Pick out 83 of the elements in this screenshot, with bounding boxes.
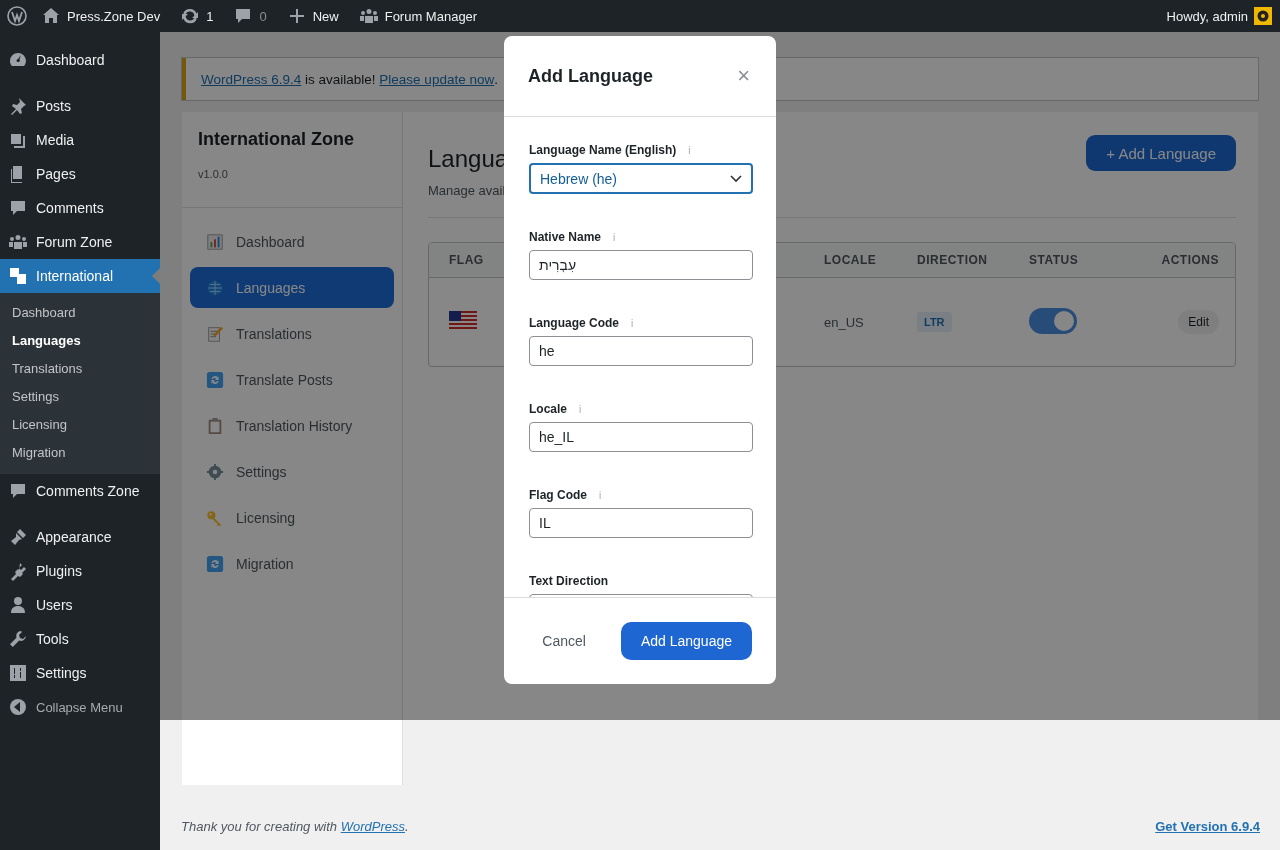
- refresh-icon: [206, 554, 224, 573]
- menu-item[interactable]: International: [0, 259, 160, 293]
- submenu-item[interactable]: Translations: [0, 355, 160, 383]
- submenu-item[interactable]: Licensing: [0, 411, 160, 439]
- plugin-nav-item[interactable]: Translation History: [190, 405, 394, 446]
- key-icon: [206, 508, 224, 527]
- menu-item[interactable]: Comments Zone: [0, 474, 160, 508]
- comments-link[interactable]: 0: [233, 6, 267, 26]
- group-icon: [8, 232, 28, 252]
- wrench-icon: [8, 629, 28, 649]
- user-icon: [8, 595, 28, 615]
- refresh-icon: [180, 6, 201, 26]
- menu-item[interactable]: Appearance: [0, 520, 160, 554]
- plugin-version: v1.0.0: [198, 168, 229, 180]
- gear-icon: [206, 462, 224, 481]
- field-label: Native Name: [529, 230, 602, 244]
- notepad-icon: [206, 324, 224, 343]
- dialog-title: Add Language: [528, 65, 653, 87]
- submenu-item[interactable]: Settings: [0, 383, 160, 411]
- chevron-down-icon: [730, 174, 742, 183]
- forum-manager-link[interactable]: Forum Manager: [358, 6, 478, 26]
- column-header: STATUS: [1029, 253, 1080, 267]
- submenu-item[interactable]: Dashboard: [0, 299, 160, 327]
- column-header: LOCALE: [824, 253, 878, 267]
- bar-chart-icon: [206, 232, 224, 251]
- plugin-nav-item[interactable]: Migration: [190, 543, 394, 584]
- input-field[interactable]: IL: [529, 508, 753, 538]
- new-link[interactable]: New: [286, 6, 339, 26]
- comment-icon: [8, 198, 28, 218]
- sliders-icon: [8, 663, 28, 683]
- site-name-link[interactable]: Press.Zone Dev: [41, 6, 161, 26]
- submit-button[interactable]: Add Language: [620, 622, 752, 660]
- field-label: Language Code: [529, 316, 619, 330]
- field-label: Text Direction: [529, 574, 609, 588]
- edit-button[interactable]: Edit: [1178, 310, 1219, 334]
- clipboard-icon: [206, 416, 224, 435]
- menu-item[interactable]: Forum Zone: [0, 225, 160, 259]
- wordpress-logo-icon[interactable]: [7, 6, 27, 26]
- refresh-icon: [206, 370, 224, 389]
- collapse-menu-button[interactable]: Collapse Menu: [0, 690, 160, 724]
- menu-item[interactable]: Pages: [0, 157, 160, 191]
- menu-item[interactable]: Posts: [0, 89, 160, 123]
- direction-badge: LTR: [917, 312, 952, 332]
- menu-item[interactable]: Dashboard: [0, 43, 160, 77]
- menu-item[interactable]: Settings: [0, 656, 160, 690]
- cancel-button[interactable]: Cancel: [536, 632, 592, 650]
- plugin-nav-item[interactable]: Dashboard: [190, 221, 394, 262]
- field-label: Locale: [529, 402, 567, 416]
- plugin-nav-item[interactable]: Licensing: [190, 497, 394, 538]
- table-cell-text: en_US: [824, 314, 865, 330]
- field-label: Language Name (English): [529, 143, 677, 157]
- submenu-item[interactable]: Languages: [0, 327, 160, 355]
- column-header: DIRECTION: [917, 253, 989, 267]
- plugin-title: International Zone: [198, 129, 355, 151]
- plugin-nav-item[interactable]: Translations: [190, 313, 394, 354]
- column-header: FLAG: [448, 253, 485, 267]
- account-link[interactable]: Howdy, admin: [1166, 8, 1248, 24]
- avatar-icon[interactable]: [1254, 7, 1272, 25]
- comment-icon: [8, 481, 28, 501]
- input-field[interactable]: he: [529, 336, 753, 366]
- footer-text: Thank you for creating with WordPress.: [181, 819, 409, 834]
- menu-item[interactable]: Plugins: [0, 554, 160, 588]
- menu-item[interactable]: Comments: [0, 191, 160, 225]
- home-icon: [41, 6, 61, 26]
- menu-item[interactable]: Media: [0, 123, 160, 157]
- menu-item[interactable]: Tools: [0, 622, 160, 656]
- globe-icon: [206, 278, 224, 297]
- input-field[interactable]: he_IL: [529, 422, 753, 452]
- plugin-nav-item[interactable]: Settings: [190, 451, 394, 492]
- updates-link[interactable]: 1: [180, 6, 214, 26]
- field-label: Flag Code: [529, 488, 587, 502]
- input-field[interactable]: עִבְרִית: [529, 250, 753, 280]
- flag-icon: [449, 310, 477, 331]
- wordpress-link[interactable]: WordPress: [340, 819, 405, 834]
- language-select[interactable]: Hebrew (he): [529, 163, 753, 194]
- submenu-item[interactable]: Migration: [0, 439, 160, 467]
- status-toggle[interactable]: [1029, 307, 1077, 334]
- plugin-nav-item[interactable]: Translate Posts: [190, 359, 394, 400]
- group-icon: [358, 6, 379, 26]
- column-header: ACTIONS: [1160, 253, 1220, 267]
- version-link[interactable]: Get Version 6.9.4: [1155, 819, 1260, 834]
- menu-pointer: [152, 268, 160, 284]
- menu-item[interactable]: Users: [0, 588, 160, 622]
